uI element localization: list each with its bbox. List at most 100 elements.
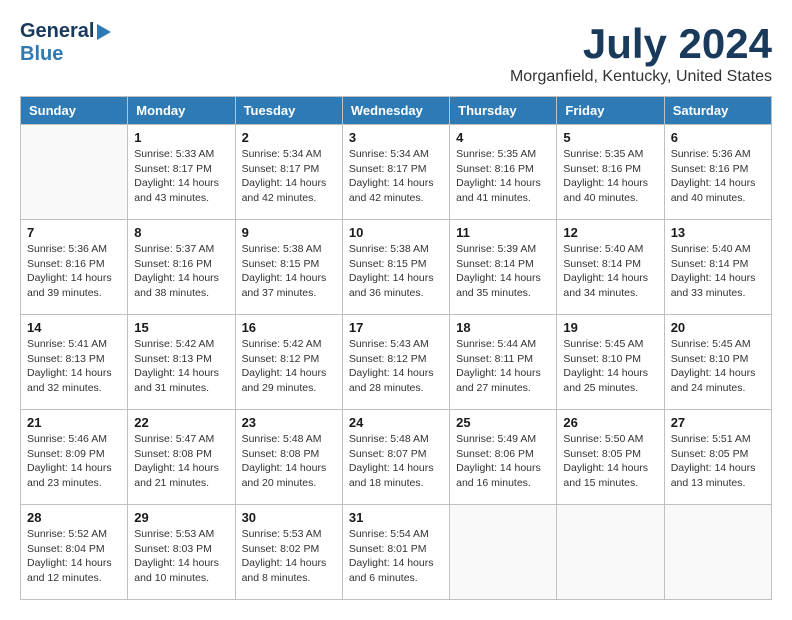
cell-week2-day0: 7Sunrise: 5:36 AMSunset: 8:16 PMDaylight…	[21, 220, 128, 315]
day-number: 3	[349, 130, 443, 145]
cell-week1-day3: 3 Sunrise: 5:34 AMSunset: 8:17 PMDaylight…	[342, 125, 449, 220]
day-info: Sunrise: 5:47 AMSunset: 8:08 PMDaylight:…	[134, 432, 228, 491]
week-row-5: 28Sunrise: 5:52 AMSunset: 8:04 PMDayligh…	[21, 505, 772, 600]
cell-week2-day4: 11 Sunrise: 5:39 AMSunset: 8:14 PMDayligh…	[450, 220, 557, 315]
day-info: Sunrise: 5:43 AMSunset: 8:12 PMDaylight:…	[349, 337, 443, 396]
week-row-4: 21Sunrise: 5:46 AMSunset: 8:09 PMDayligh…	[21, 410, 772, 505]
day-info: Sunrise: 5:41 AMSunset: 8:13 PMDaylight:…	[27, 337, 121, 396]
col-sunday: Sunday	[21, 97, 128, 125]
day-number: 30	[242, 510, 336, 525]
day-number: 28	[27, 510, 121, 525]
cell-week3-day6: 20 Sunrise: 5:45 AMSunset: 8:10 PMDayligh…	[664, 315, 771, 410]
cell-week5-day4	[450, 505, 557, 600]
logo: General Blue	[20, 20, 111, 66]
cell-week4-day3: 24 Sunrise: 5:48 AMSunset: 8:07 PMDayligh…	[342, 410, 449, 505]
day-info: Sunrise: 5:39 AMSunset: 8:14 PMDaylight:…	[456, 242, 550, 301]
logo-blue-text: Blue	[20, 43, 111, 66]
day-number: 1	[134, 130, 228, 145]
day-number: 13	[671, 225, 765, 240]
calendar-table: Sunday Monday Tuesday Wednesday Thursday…	[20, 96, 772, 600]
day-info: Sunrise: 5:42 AMSunset: 8:12 PMDaylight:…	[242, 337, 336, 396]
location-subtitle: Morganfield, Kentucky, United States	[510, 68, 772, 86]
day-info: Sunrise: 5:53 AMSunset: 8:03 PMDaylight:…	[134, 527, 228, 586]
day-info: Sunrise: 5:53 AMSunset: 8:02 PMDaylight:…	[242, 527, 336, 586]
day-number: 26	[563, 415, 657, 430]
cell-week2-day5: 12Sunrise: 5:40 AMSunset: 8:14 PMDayligh…	[557, 220, 664, 315]
day-info: Sunrise: 5:36 AMSunset: 8:16 PMDaylight:…	[671, 147, 765, 206]
cell-week5-day6	[664, 505, 771, 600]
cell-week1-day1: 1Sunrise: 5:33 AMSunset: 8:17 PMDaylight…	[128, 125, 235, 220]
page-header: General Blue July 2024 Morganfield, Kent…	[20, 20, 772, 86]
cell-week2-day3: 10Sunrise: 5:38 AMSunset: 8:15 PMDayligh…	[342, 220, 449, 315]
day-number: 22	[134, 415, 228, 430]
col-wednesday: Wednesday	[342, 97, 449, 125]
cell-week4-day2: 23Sunrise: 5:48 AMSunset: 8:08 PMDayligh…	[235, 410, 342, 505]
cell-week4-day6: 27 Sunrise: 5:51 AMSunset: 8:05 PMDayligh…	[664, 410, 771, 505]
day-info: Sunrise: 5:50 AMSunset: 8:05 PMDaylight:…	[563, 432, 657, 491]
day-info: Sunrise: 5:40 AMSunset: 8:14 PMDaylight:…	[671, 242, 765, 301]
day-number: 14	[27, 320, 121, 335]
day-number: 7	[27, 225, 121, 240]
cell-week1-day4: 4Sunrise: 5:35 AMSunset: 8:16 PMDaylight…	[450, 125, 557, 220]
week-row-1: 1Sunrise: 5:33 AMSunset: 8:17 PMDaylight…	[21, 125, 772, 220]
cell-week4-day4: 25 Sunrise: 5:49 AMSunset: 8:06 PMDayligh…	[450, 410, 557, 505]
day-number: 15	[134, 320, 228, 335]
calendar-header-row: Sunday Monday Tuesday Wednesday Thursday…	[21, 97, 772, 125]
cell-week5-day3: 31Sunrise: 5:54 AMSunset: 8:01 PMDayligh…	[342, 505, 449, 600]
day-number: 5	[563, 130, 657, 145]
day-info: Sunrise: 5:34 AMSunset: 8:17 PMDaylight:…	[349, 147, 443, 206]
day-number: 21	[27, 415, 121, 430]
day-info: Sunrise: 5:38 AMSunset: 8:15 PMDaylight:…	[242, 242, 336, 301]
cell-week4-day5: 26 Sunrise: 5:50 AMSunset: 8:05 PMDayligh…	[557, 410, 664, 505]
day-info: Sunrise: 5:51 AMSunset: 8:05 PMDaylight:…	[671, 432, 765, 491]
day-number: 9	[242, 225, 336, 240]
cell-week5-day2: 30 Sunrise: 5:53 AMSunset: 8:02 PMDayligh…	[235, 505, 342, 600]
day-number: 8	[134, 225, 228, 240]
day-number: 27	[671, 415, 765, 430]
day-number: 16	[242, 320, 336, 335]
day-number: 11	[456, 225, 550, 240]
week-row-3: 14 Sunrise: 5:41 AMSunset: 8:13 PMDayligh…	[21, 315, 772, 410]
cell-week1-day0	[21, 125, 128, 220]
week-row-2: 7Sunrise: 5:36 AMSunset: 8:16 PMDaylight…	[21, 220, 772, 315]
day-info: Sunrise: 5:45 AMSunset: 8:10 PMDaylight:…	[671, 337, 765, 396]
cell-week5-day1: 29 Sunrise: 5:53 AMSunset: 8:03 PMDayligh…	[128, 505, 235, 600]
month-year-title: July 2024	[510, 20, 772, 68]
day-number: 18	[456, 320, 550, 335]
day-number: 29	[134, 510, 228, 525]
day-info: Sunrise: 5:48 AMSunset: 8:08 PMDaylight:…	[242, 432, 336, 491]
day-info: Sunrise: 5:48 AMSunset: 8:07 PMDaylight:…	[349, 432, 443, 491]
title-block: July 2024 Morganfield, Kentucky, United …	[510, 20, 772, 86]
day-info: Sunrise: 5:49 AMSunset: 8:06 PMDaylight:…	[456, 432, 550, 491]
day-number: 17	[349, 320, 443, 335]
col-saturday: Saturday	[664, 97, 771, 125]
cell-week3-day0: 14 Sunrise: 5:41 AMSunset: 8:13 PMDayligh…	[21, 315, 128, 410]
cell-week3-day5: 19Sunrise: 5:45 AMSunset: 8:10 PMDayligh…	[557, 315, 664, 410]
day-number: 12	[563, 225, 657, 240]
cell-week4-day0: 21Sunrise: 5:46 AMSunset: 8:09 PMDayligh…	[21, 410, 128, 505]
day-info: Sunrise: 5:34 AMSunset: 8:17 PMDaylight:…	[242, 147, 336, 206]
cell-week2-day2: 9 Sunrise: 5:38 AMSunset: 8:15 PMDaylight…	[235, 220, 342, 315]
cell-week3-day4: 18Sunrise: 5:44 AMSunset: 8:11 PMDayligh…	[450, 315, 557, 410]
day-info: Sunrise: 5:35 AMSunset: 8:16 PMDaylight:…	[563, 147, 657, 206]
day-number: 20	[671, 320, 765, 335]
cell-week1-day2: 2 Sunrise: 5:34 AMSunset: 8:17 PMDaylight…	[235, 125, 342, 220]
day-number: 6	[671, 130, 765, 145]
day-info: Sunrise: 5:45 AMSunset: 8:10 PMDaylight:…	[563, 337, 657, 396]
logo-general-text: General	[20, 20, 94, 43]
col-friday: Friday	[557, 97, 664, 125]
day-number: 25	[456, 415, 550, 430]
day-number: 2	[242, 130, 336, 145]
day-number: 24	[349, 415, 443, 430]
cell-week5-day0: 28Sunrise: 5:52 AMSunset: 8:04 PMDayligh…	[21, 505, 128, 600]
day-info: Sunrise: 5:38 AMSunset: 8:15 PMDaylight:…	[349, 242, 443, 301]
logo-arrow-icon	[97, 24, 111, 40]
cell-week1-day5: 5 Sunrise: 5:35 AMSunset: 8:16 PMDaylight…	[557, 125, 664, 220]
cell-week2-day1: 8 Sunrise: 5:37 AMSunset: 8:16 PMDaylight…	[128, 220, 235, 315]
cell-week1-day6: 6 Sunrise: 5:36 AMSunset: 8:16 PMDaylight…	[664, 125, 771, 220]
day-info: Sunrise: 5:42 AMSunset: 8:13 PMDaylight:…	[134, 337, 228, 396]
day-number: 4	[456, 130, 550, 145]
day-info: Sunrise: 5:37 AMSunset: 8:16 PMDaylight:…	[134, 242, 228, 301]
cell-week2-day6: 13 Sunrise: 5:40 AMSunset: 8:14 PMDayligh…	[664, 220, 771, 315]
cell-week4-day1: 22 Sunrise: 5:47 AMSunset: 8:08 PMDayligh…	[128, 410, 235, 505]
